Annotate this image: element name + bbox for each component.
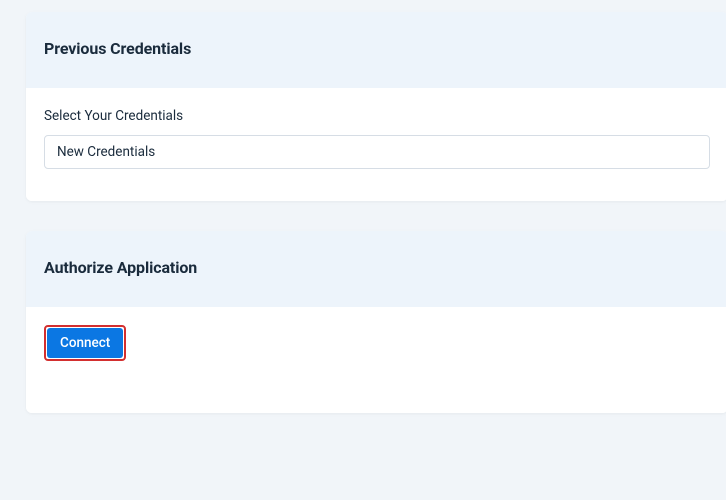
previous-credentials-body: Select Your Credentials New Credentials — [26, 88, 726, 201]
credentials-select[interactable]: New Credentials — [44, 135, 710, 169]
connect-button-highlight: Connect — [44, 325, 126, 361]
authorize-application-title: Authorize Application — [44, 258, 710, 277]
credentials-select-value: New Credentials — [57, 144, 155, 160]
credentials-field-label: Select Your Credentials — [44, 108, 710, 124]
previous-credentials-card: Previous Credentials Select Your Credent… — [26, 12, 726, 201]
connect-button[interactable]: Connect — [47, 328, 123, 358]
previous-credentials-header: Previous Credentials — [26, 12, 726, 88]
authorize-application-card: Authorize Application Connect — [26, 231, 726, 413]
authorize-application-header: Authorize Application — [26, 231, 726, 307]
previous-credentials-title: Previous Credentials — [44, 39, 710, 58]
authorize-application-body: Connect — [26, 307, 726, 413]
